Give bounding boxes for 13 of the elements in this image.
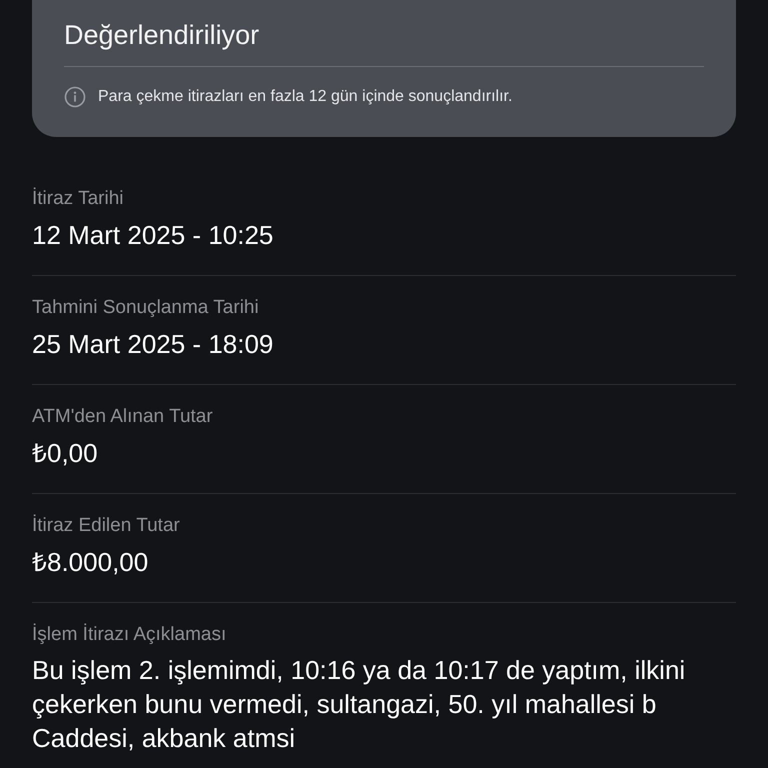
field-value: ₺0,00 <box>32 437 99 470</box>
info-text: Para çekme itirazları en fazla 12 gün içinde sonuçlandırılır. <box>98 87 512 107</box>
description-text: Bu işlem 2. işlemimdi, 10:16 ya da 10:17 de yaptım, ilkini çekerken bunu vermedi, sultangazi, 50. yıl mahallesi b Caddesi, akbank atmsi <box>32 654 686 755</box>
info-icon <box>64 86 86 108</box>
field-label: Tahmini Sonuçlanma Tarihi <box>32 296 260 320</box>
field-value: ₺8.000,00 <box>32 546 150 579</box>
field-value: 25 Mart 2025 - 18:09 <box>32 328 274 361</box>
field-label: İşlem İtirazı Açıklaması <box>32 623 228 647</box>
field-label: İtiraz Tarihi <box>32 187 125 211</box>
status-title: Değerlendiriliyor <box>64 19 260 52</box>
field-label: İtiraz Edilen Tutar <box>32 514 181 538</box>
field-label: ATM'den Alınan Tutar <box>32 405 214 429</box>
field-value: 12 Mart 2025 - 10:25 <box>32 219 274 252</box>
